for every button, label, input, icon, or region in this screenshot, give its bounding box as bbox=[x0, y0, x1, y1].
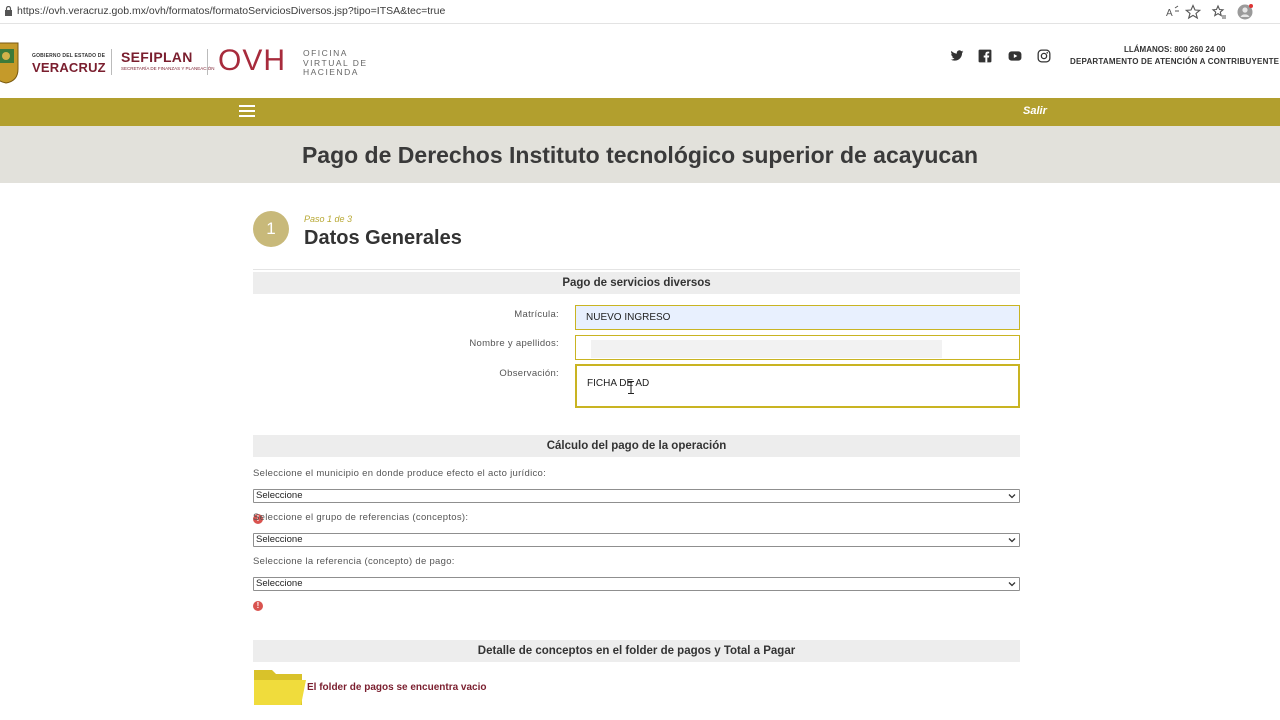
page-title-band: Pago de Derechos Instituto tecnológico s… bbox=[0, 126, 1280, 183]
ovh-logo-subtitle: OFICINA VIRTUAL DE HACIENDA bbox=[303, 48, 368, 78]
lock-icon bbox=[5, 6, 12, 16]
logout-link[interactable]: Salir bbox=[1023, 105, 1047, 117]
gov-big-text: VERACRUZ bbox=[32, 60, 106, 75]
matricula-input[interactable]: NUEVO INGRESO bbox=[575, 305, 1020, 330]
gov-small-text: GOBIERNO DEL ESTADO DE bbox=[32, 53, 106, 59]
sefiplan-subtext: SECRETARÍA DE FINANZAS Y PLANEACIÓN bbox=[121, 66, 215, 71]
page-title: Pago de Derechos Instituto tecnológico s… bbox=[301, 142, 979, 168]
site-header: GOBIERNO DEL ESTADO DE VERACRUZ SEFIPLAN… bbox=[0, 25, 1280, 98]
hamburger-menu-icon[interactable] bbox=[239, 105, 255, 117]
veracruz-logo[interactable]: GOBIERNO DEL ESTADO DE VERACRUZ bbox=[32, 53, 106, 77]
logo-divider bbox=[111, 49, 112, 75]
phone-label: LLÁMANOS: bbox=[1124, 45, 1172, 54]
grupo-referencias-select-value: Seleccione bbox=[256, 534, 303, 545]
grupo-referencias-label: Seleccione el grupo de referencias (conc… bbox=[253, 512, 469, 523]
observacion-label: Observación: bbox=[499, 368, 559, 379]
department-text: DEPARTAMENTO DE ATENCIÓN A CONTRIBUYENTE bbox=[1070, 57, 1280, 66]
read-aloud-icon[interactable]: A bbox=[1165, 4, 1181, 20]
phone-line: LLÁMANOS: 800 260 24 00 bbox=[1124, 45, 1225, 54]
browser-address-bar[interactable]: https://ovh.veracruz.gob.mx/ovh/formatos… bbox=[0, 0, 1280, 24]
referencia-pago-select-value: Seleccione bbox=[256, 578, 303, 589]
chevron-down-icon bbox=[1008, 538, 1016, 543]
facebook-icon[interactable] bbox=[978, 49, 992, 63]
municipio-label: Seleccione el municipio en donde produce… bbox=[253, 468, 547, 479]
section-header-servicios: Pago de servicios diversos bbox=[253, 272, 1020, 294]
municipio-select[interactable]: Seleccione bbox=[253, 489, 1020, 503]
section-header-calculo: Cálculo del pago de la operación bbox=[253, 435, 1020, 457]
nombre-label: Nombre y apellidos: bbox=[469, 338, 559, 349]
divider bbox=[253, 269, 1020, 270]
referencia-pago-label: Seleccione la referencia (concepto) de p… bbox=[253, 556, 455, 567]
profile-icon[interactable] bbox=[1237, 4, 1253, 20]
favorites-icon[interactable] bbox=[1211, 4, 1227, 20]
referencia-pago-select[interactable]: Seleccione bbox=[253, 577, 1020, 591]
empty-folder-message: El folder de pagos se encuentra vacio bbox=[307, 682, 487, 693]
svg-text:A: A bbox=[1166, 8, 1173, 19]
step-number-badge: 1 bbox=[253, 211, 289, 247]
veracruz-seal-icon bbox=[0, 42, 19, 84]
section-header-detalle: Detalle de conceptos en el folder de pag… bbox=[253, 640, 1020, 662]
text-cursor-icon bbox=[628, 381, 634, 394]
chevron-down-icon bbox=[1008, 582, 1016, 587]
youtube-icon[interactable] bbox=[1007, 49, 1023, 63]
ovh-logo[interactable]: OVH bbox=[218, 45, 286, 77]
main-nav-bar: Salir bbox=[0, 98, 1280, 126]
sefiplan-logo[interactable]: SEFIPLAN SECRETARÍA DE FINANZAS Y PLANEA… bbox=[121, 49, 215, 71]
chevron-down-icon bbox=[1008, 494, 1016, 499]
url-text[interactable]: https://ovh.veracruz.gob.mx/ovh/formatos… bbox=[17, 5, 445, 17]
matricula-label: Matrícula: bbox=[514, 309, 559, 320]
favorite-star-icon[interactable] bbox=[1184, 4, 1202, 20]
step-progress-label: Paso 1 de 3 bbox=[304, 214, 353, 224]
grupo-referencias-select[interactable]: Seleccione bbox=[253, 533, 1020, 547]
observacion-textarea[interactable]: FICHA DE AD bbox=[575, 364, 1020, 408]
redacted-name-region bbox=[591, 340, 942, 358]
logo-divider bbox=[207, 49, 208, 75]
error-icon: ! bbox=[253, 601, 263, 611]
sefiplan-text: SEFIPLAN bbox=[121, 49, 193, 65]
step-title: Datos Generales bbox=[304, 227, 462, 249]
instagram-icon[interactable] bbox=[1037, 49, 1051, 63]
twitter-icon[interactable] bbox=[950, 49, 964, 63]
municipio-select-value: Seleccione bbox=[256, 490, 303, 501]
ovh-sub-line: HACIENDA bbox=[303, 67, 359, 77]
phone-number[interactable]: 800 260 24 00 bbox=[1174, 45, 1225, 54]
folder-icon bbox=[254, 670, 306, 705]
